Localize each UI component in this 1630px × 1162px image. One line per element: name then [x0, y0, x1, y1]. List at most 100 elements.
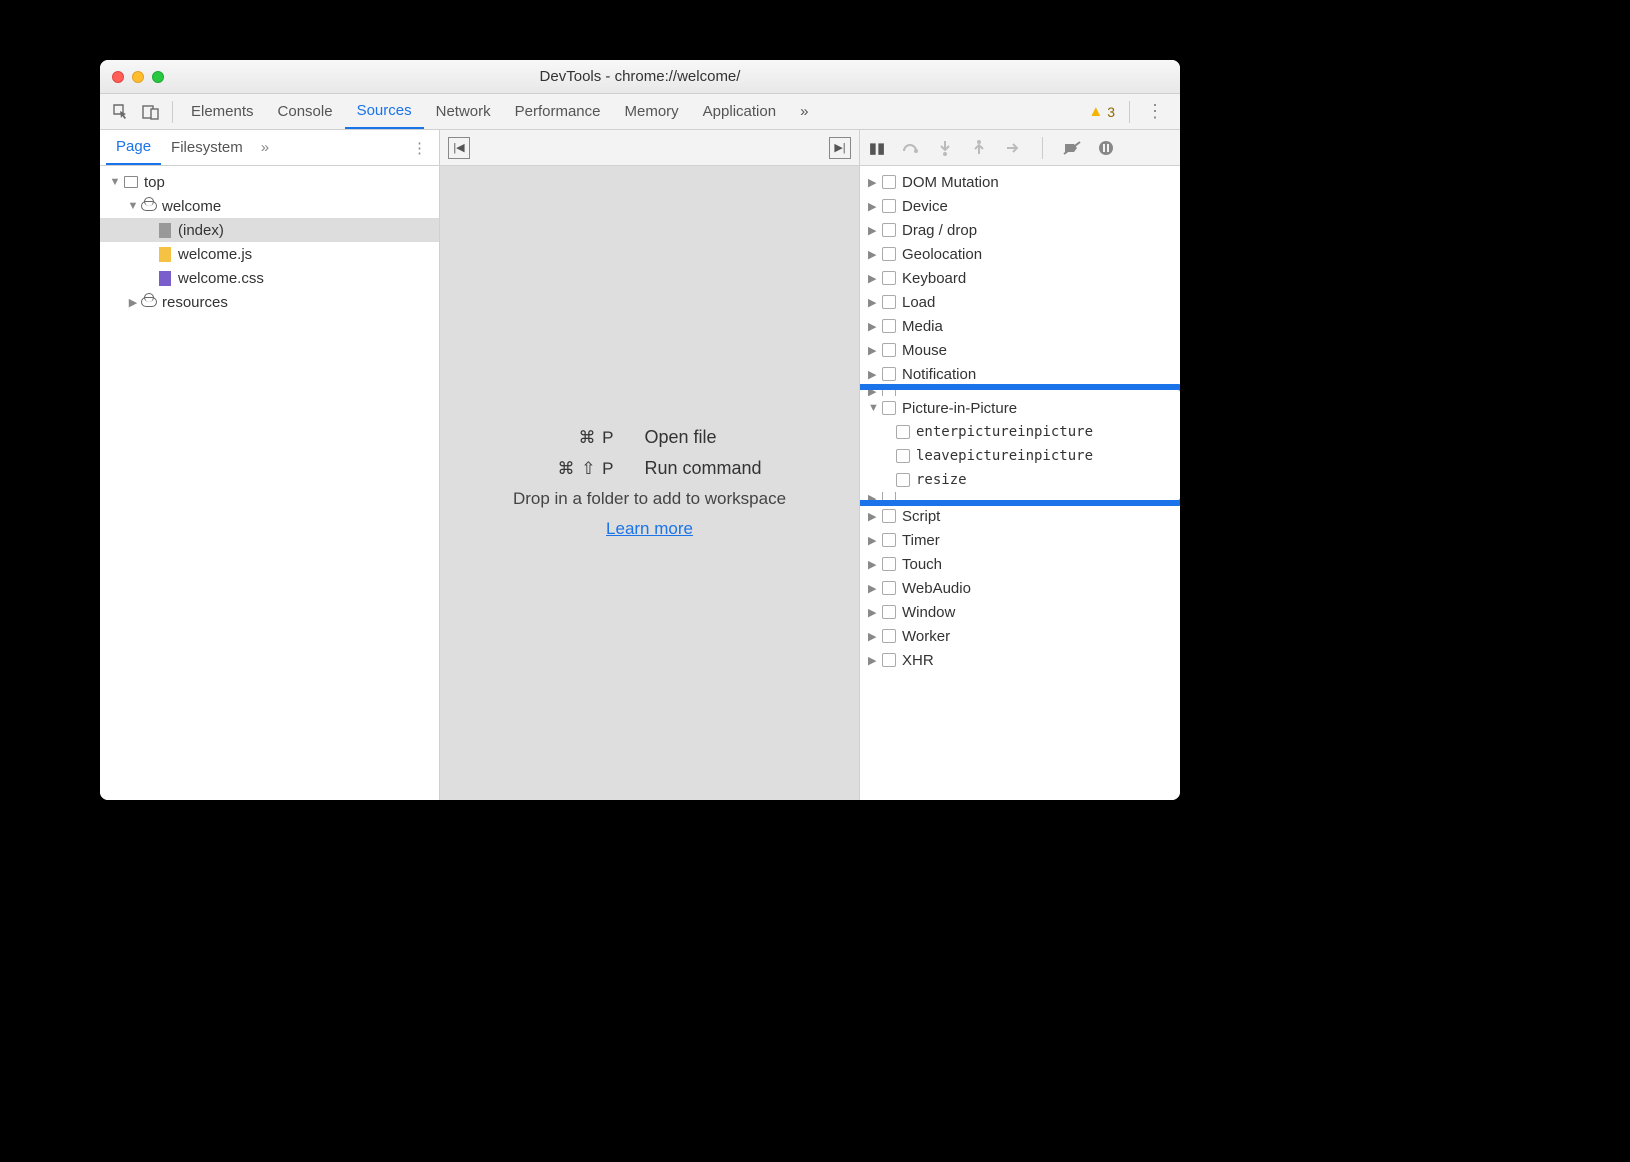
expand-arrow-icon: ▶: [868, 368, 882, 381]
sources-navigator: Page Filesystem » ⋮ ▼ top ▼ welcome: [100, 130, 440, 800]
checkbox[interactable]: [882, 386, 896, 396]
tab-console[interactable]: Console: [266, 94, 345, 129]
checkbox[interactable]: [896, 473, 910, 487]
event-listener-breakpoints: ▶DOM Mutation▶Device▶Drag / drop▶Geoloca…: [860, 166, 1180, 800]
maximize-window-button[interactable]: [152, 71, 164, 83]
step-into-icon[interactable]: [934, 140, 956, 156]
tree-node-top[interactable]: ▼ top: [100, 170, 439, 194]
event-breakpoint-category[interactable]: ▶Device: [860, 194, 1180, 218]
event-breakpoint-category[interactable]: ▶Drag / drop: [860, 218, 1180, 242]
settings-menu-icon[interactable]: ⋮: [1136, 101, 1174, 122]
minimize-window-button[interactable]: [132, 71, 144, 83]
navtab-filesystem[interactable]: Filesystem: [161, 130, 253, 165]
file-icon: [156, 221, 174, 239]
breakpoint-label: DOM Mutation: [902, 174, 999, 191]
tab-network[interactable]: Network: [424, 94, 503, 129]
event-breakpoint-category[interactable]: ▶Touch: [860, 552, 1180, 576]
checkbox[interactable]: [896, 425, 910, 439]
navtab-overflow[interactable]: »: [253, 139, 277, 156]
step-over-icon[interactable]: [900, 141, 922, 155]
checkbox[interactable]: [882, 175, 896, 189]
event-breakpoint-category[interactable]: ▶Script: [860, 504, 1180, 528]
event-breakpoint-category[interactable]: ▶Load: [860, 290, 1180, 314]
file-tree: ▼ top ▼ welcome (index) welcome.js: [100, 166, 439, 800]
learn-more-link[interactable]: Learn more: [606, 519, 693, 539]
event-breakpoint-category[interactable]: ▶Notification: [860, 362, 1180, 386]
expand-arrow-icon: ▶: [868, 320, 882, 333]
navtab-page[interactable]: Page: [106, 130, 161, 165]
event-breakpoint-child[interactable]: resize: [860, 468, 1180, 492]
checkbox[interactable]: [882, 653, 896, 667]
checkbox[interactable]: [882, 367, 896, 381]
expand-arrow-icon: ▼: [126, 200, 140, 212]
show-debugger-icon[interactable]: ▶|: [829, 137, 851, 159]
event-breakpoint-category[interactable]: ▶Geolocation: [860, 242, 1180, 266]
checkbox[interactable]: [896, 449, 910, 463]
event-breakpoint-category[interactable]: ▶Window: [860, 600, 1180, 624]
event-breakpoint-category[interactable]: ▶: [860, 386, 1180, 396]
checkbox[interactable]: [882, 509, 896, 523]
event-breakpoint-category[interactable]: ▶Worker: [860, 624, 1180, 648]
checkbox[interactable]: [882, 401, 896, 415]
debugger-panel: ▮▮ ▶DOM Mutation▶Device▶Drag / drop▶Geol…: [860, 130, 1180, 800]
pause-icon[interactable]: ▮▮: [866, 139, 888, 157]
tree-node-welcomecss[interactable]: welcome.css: [100, 266, 439, 290]
event-breakpoint-category[interactable]: ▶WebAudio: [860, 576, 1180, 600]
tab-memory[interactable]: Memory: [613, 94, 691, 129]
tab-sources[interactable]: Sources: [345, 94, 424, 129]
tab-elements[interactable]: Elements: [179, 94, 266, 129]
checkbox[interactable]: [882, 629, 896, 643]
checkbox[interactable]: [882, 247, 896, 261]
checkbox[interactable]: [882, 533, 896, 547]
event-breakpoint-category[interactable]: ▶Timer: [860, 528, 1180, 552]
show-navigator-icon[interactable]: |◀: [448, 137, 470, 159]
tree-node-welcome[interactable]: ▼ welcome: [100, 194, 439, 218]
event-breakpoint-category[interactable]: ▶XHR: [860, 648, 1180, 672]
checkbox[interactable]: [882, 223, 896, 237]
event-breakpoint-category[interactable]: ▶Mouse: [860, 338, 1180, 362]
checkbox[interactable]: [882, 319, 896, 333]
separator: [1042, 137, 1043, 159]
checkbox[interactable]: [882, 343, 896, 357]
step-icon[interactable]: [1002, 141, 1024, 155]
navigator-menu-icon[interactable]: ⋮: [406, 139, 433, 157]
editor-placeholder: ⌘ P Open file ⌘ ⇧ P Run command Drop in …: [440, 166, 859, 800]
checkbox[interactable]: [882, 581, 896, 595]
checkbox[interactable]: [882, 199, 896, 213]
checkbox[interactable]: [882, 492, 896, 504]
event-breakpoint-category[interactable]: ▶Keyboard: [860, 266, 1180, 290]
close-window-button[interactable]: [112, 71, 124, 83]
main-area: Page Filesystem » ⋮ ▼ top ▼ welcome: [100, 130, 1180, 800]
breakpoint-label: Touch: [902, 556, 942, 573]
event-breakpoint-category[interactable]: ▶DOM Mutation: [860, 170, 1180, 194]
breakpoint-label: Load: [902, 294, 935, 311]
deactivate-breakpoints-icon[interactable]: [1061, 141, 1083, 155]
checkbox[interactable]: [882, 557, 896, 571]
step-out-icon[interactable]: [968, 140, 990, 156]
breakpoint-label: Mouse: [902, 342, 947, 359]
event-breakpoint-child[interactable]: enterpictureinpicture: [860, 420, 1180, 444]
inspect-element-icon[interactable]: [106, 97, 136, 127]
event-breakpoint-category[interactable]: ▶: [860, 492, 1180, 504]
breakpoint-label: XHR: [902, 652, 934, 669]
checkbox[interactable]: [882, 271, 896, 285]
device-toolbar-icon[interactable]: [136, 97, 166, 127]
tab-application[interactable]: Application: [691, 94, 788, 129]
tab-performance[interactable]: Performance: [503, 94, 613, 129]
tree-label: welcome.js: [178, 246, 252, 263]
expand-arrow-icon: ▶: [868, 630, 882, 643]
checkbox[interactable]: [882, 295, 896, 309]
event-breakpoint-child[interactable]: leavepictureinpicture: [860, 444, 1180, 468]
warnings-badge[interactable]: ▲ 3: [1080, 103, 1123, 120]
tree-node-resources[interactable]: ▶ resources: [100, 290, 439, 314]
event-breakpoint-category[interactable]: ▼Picture-in-Picture: [860, 396, 1180, 420]
tree-node-welcomejs[interactable]: welcome.js: [100, 242, 439, 266]
event-breakpoint-category[interactable]: ▶Media: [860, 314, 1180, 338]
pause-on-exceptions-icon[interactable]: [1095, 140, 1117, 156]
tabs-overflow[interactable]: »: [788, 94, 820, 129]
checkbox[interactable]: [882, 605, 896, 619]
tree-node-index[interactable]: (index): [100, 218, 439, 242]
devtools-window: DevTools - chrome://welcome/ Elements Co…: [100, 60, 1180, 800]
drop-hint: Drop in a folder to add to workspace: [513, 489, 786, 509]
expand-arrow-icon: ▶: [868, 606, 882, 619]
